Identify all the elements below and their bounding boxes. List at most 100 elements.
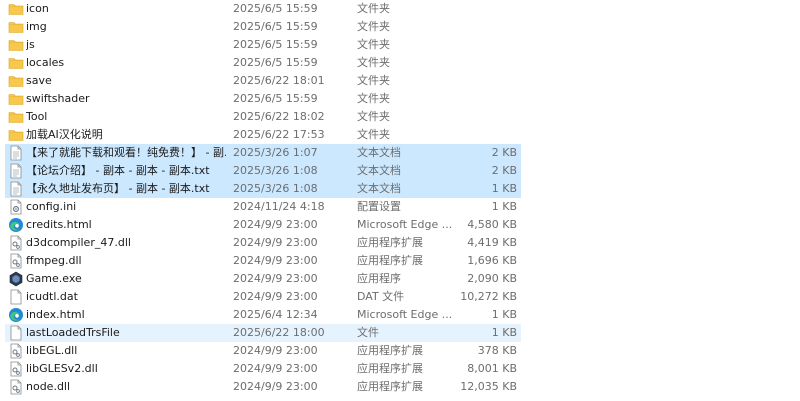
file-name: Game.exe: [26, 272, 82, 285]
file-type: 文本文档: [357, 146, 401, 159]
file-name: node.dll: [26, 380, 71, 393]
file-type: 文件夹: [357, 128, 390, 141]
file-date-modified: 2024/9/9 23:00: [233, 344, 318, 357]
file-row[interactable]: config.ini 2024/11/24 4:18 配置设置 1 KB: [5, 198, 521, 216]
file-size: 2 KB: [491, 146, 517, 159]
file-type: 文本文档: [357, 182, 401, 195]
file-row[interactable]: d3dcompiler_47.dll 2024/9/9 23:00 应用程序扩展 4,…: [5, 234, 521, 252]
file-name: img: [26, 20, 47, 33]
text-file-icon: [8, 162, 24, 180]
file-row[interactable]: 加载AI汉化说明 2025/6/22 17:53 文件夹: [5, 126, 521, 144]
file-type: 文件夹: [357, 74, 390, 87]
file-size: [445, 126, 517, 144]
file-date-modified: 2025/6/5 15:59: [233, 56, 318, 69]
file-row[interactable]: Tool 2025/6/22 18:02 文件夹: [5, 108, 521, 126]
file-name: icon: [26, 2, 49, 15]
file-row[interactable]: 【来了就能下载和观看！纯免费！】 - 副... 2025/3/26 1:07 文本文…: [5, 144, 521, 162]
file-row[interactable]: ffmpeg.dll 2024/9/9 23:00 应用程序扩展 1,696 KB: [5, 252, 521, 270]
file-row[interactable]: js 2025/6/5 15:59 文件夹: [5, 36, 521, 54]
file-size: 1,696 KB: [467, 254, 517, 267]
file-name: ffmpeg.dll: [26, 254, 82, 267]
file-list: icon 2025/6/5 15:59 文件夹 img 2025/6/5 15:59 文件…: [0, 0, 800, 401]
file-date-modified: 2025/3/26 1:08: [233, 182, 318, 195]
file-type: 文件夹: [357, 2, 390, 15]
file-size: [445, 72, 517, 90]
file-row[interactable]: save 2025/6/22 18:01 文件夹: [5, 72, 521, 90]
file-date-modified: 2024/9/9 23:00: [233, 362, 318, 375]
file-name: 加载AI汉化说明: [26, 128, 103, 141]
file-size: [445, 36, 517, 54]
game-exe-icon: [8, 270, 24, 288]
file-row[interactable]: icon 2025/6/5 15:59 文件夹: [5, 0, 521, 18]
file-date-modified: 2025/6/5 15:59: [233, 20, 318, 33]
file-size: [445, 54, 517, 72]
file-name: locales: [26, 56, 65, 69]
file-date-modified: 2024/9/9 23:00: [233, 272, 318, 285]
file-size: 4,580 KB: [467, 218, 517, 231]
file-type: 应用程序扩展: [357, 254, 423, 267]
file-row[interactable]: index.html 2025/6/4 12:34 Microsoft Edge .…: [5, 306, 521, 324]
file-size: 1 KB: [491, 326, 517, 339]
blank-file-icon: [8, 324, 24, 342]
file-type: 文本文档: [357, 164, 401, 177]
file-date-modified: 2025/6/5 15:59: [233, 2, 318, 15]
dll-file-icon: [8, 378, 24, 396]
file-type: 文件夹: [357, 92, 390, 105]
file-date-modified: 2024/9/9 23:00: [233, 380, 318, 393]
file-size: [445, 108, 517, 126]
file-name: credits.html: [26, 218, 92, 231]
file-date-modified: 2025/6/22 18:02: [233, 110, 325, 123]
file-row[interactable]: 【永久地址发布页】 - 副本 - 副本.txt 2025/3/26 1:08 文本文…: [5, 180, 521, 198]
file-date-modified: 2025/6/5 15:59: [233, 38, 318, 51]
file-row[interactable]: node.dll 2024/9/9 23:00 应用程序扩展 12,035 KB: [5, 378, 521, 396]
folder-icon: [8, 72, 24, 90]
file-row[interactable]: lastLoadedTrsFile 2025/6/22 18:00 文件 1 KB: [5, 324, 521, 342]
file-date-modified: 2024/9/9 23:00: [233, 236, 318, 249]
folder-icon: [8, 108, 24, 126]
edge-icon: [8, 306, 24, 324]
dll-file-icon: [8, 360, 24, 378]
file-type: 文件夹: [357, 38, 390, 51]
file-row[interactable]: libGLESv2.dll 2024/9/9 23:00 应用程序扩展 8,001 K…: [5, 360, 521, 378]
folder-icon: [8, 90, 24, 108]
file-row[interactable]: img 2025/6/5 15:59 文件夹: [5, 18, 521, 36]
file-row[interactable]: icudtl.dat 2024/9/9 23:00 DAT 文件 10,272 KB: [5, 288, 521, 306]
file-name: swiftshader: [26, 92, 90, 105]
file-date-modified: 2024/9/9 23:00: [233, 290, 318, 303]
file-name: d3dcompiler_47.dll: [26, 236, 131, 249]
file-date-modified: 2025/6/22 18:01: [233, 74, 325, 87]
file-row[interactable]: locales 2025/6/5 15:59 文件夹: [5, 54, 521, 72]
file-row[interactable]: libEGL.dll 2024/9/9 23:00 应用程序扩展 378 KB: [5, 342, 521, 360]
file-size: 1 KB: [491, 200, 517, 213]
file-date-modified: 2024/9/9 23:00: [233, 254, 318, 267]
file-size: 12,035 KB: [460, 380, 517, 393]
dll-file-icon: [8, 342, 24, 360]
settings-file-icon: [8, 198, 24, 216]
file-row[interactable]: swiftshader 2025/6/5 15:59 文件夹: [5, 90, 521, 108]
file-size: 2,090 KB: [467, 272, 517, 285]
file-name: 【永久地址发布页】 - 副本 - 副本.txt: [26, 182, 210, 195]
folder-icon: [8, 36, 24, 54]
file-type: 文件夹: [357, 20, 390, 33]
file-date-modified: 2024/11/24 4:18: [233, 200, 325, 213]
blank-file-icon: [8, 288, 24, 306]
file-row[interactable]: Game.exe 2024/9/9 23:00 应用程序 2,090 KB: [5, 270, 521, 288]
file-size: 1 KB: [491, 308, 517, 321]
file-name: js: [26, 38, 35, 51]
file-type: 应用程序扩展: [357, 362, 423, 375]
file-date-modified: 2024/9/9 23:00: [233, 218, 318, 231]
file-name: 【来了就能下载和观看！纯免费！】 - 副...: [26, 146, 226, 159]
file-size: 378 KB: [477, 344, 517, 357]
folder-icon: [8, 54, 24, 72]
folder-icon: [8, 0, 24, 18]
file-type: 文件: [357, 326, 379, 339]
file-date-modified: 2025/6/22 18:00: [233, 326, 325, 339]
text-file-icon: [8, 180, 24, 198]
file-type: 应用程序: [357, 272, 401, 285]
file-date-modified: 2025/6/4 12:34: [233, 308, 318, 321]
file-row[interactable]: 【论坛介绍】 - 副本 - 副本 - 副本.txt 2025/3/26 1:08 文…: [5, 162, 521, 180]
file-type: Microsoft Edge ...: [357, 218, 452, 231]
file-size: 8,001 KB: [467, 362, 517, 375]
file-row[interactable]: credits.html 2024/9/9 23:00 Microsoft Edge…: [5, 216, 521, 234]
file-name: index.html: [26, 308, 85, 321]
